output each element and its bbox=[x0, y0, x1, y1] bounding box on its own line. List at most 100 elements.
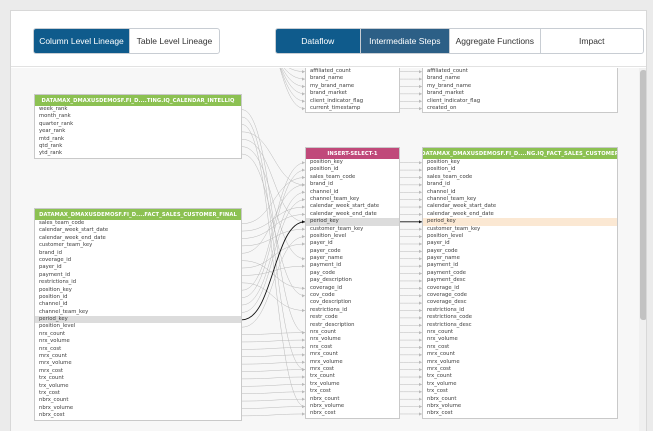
column-row[interactable]: brand_name bbox=[423, 75, 617, 82]
column-row[interactable]: mrx_volume bbox=[423, 359, 617, 366]
column-row[interactable]: position_level bbox=[423, 233, 617, 240]
column-row[interactable]: payer_code bbox=[423, 248, 617, 255]
column-row[interactable]: calendar_week_end_date bbox=[423, 211, 617, 218]
column-row[interactable]: period_key bbox=[423, 218, 617, 226]
column-row[interactable]: mtd_rank bbox=[35, 136, 241, 143]
column-row[interactable]: channel_team_key bbox=[306, 196, 399, 203]
column-row[interactable]: trx_count bbox=[35, 375, 241, 382]
column-row[interactable]: affiliated_count bbox=[306, 68, 399, 75]
column-row[interactable]: coverage_id bbox=[35, 257, 241, 264]
column-row[interactable]: restr_code bbox=[306, 314, 399, 321]
column-row[interactable]: payer_name bbox=[306, 255, 399, 262]
insert-select-step[interactable]: INSERT-SELECT-1 position_key position_id s… bbox=[305, 147, 400, 419]
column-row[interactable]: trx_volume bbox=[35, 383, 241, 390]
column-row[interactable]: calendar_week_start_date bbox=[306, 203, 399, 210]
column-row[interactable]: period_key bbox=[306, 218, 399, 226]
column-row[interactable]: week_rank bbox=[35, 106, 241, 113]
column-row[interactable]: payment_id bbox=[35, 272, 241, 279]
fact-sales-customer-table[interactable]: DATAMAX_DMAXUSDEMOSF.FI_D....NG.IQ_FACT_… bbox=[422, 147, 618, 419]
column-row[interactable]: coverage_id bbox=[306, 285, 399, 292]
column-row[interactable]: my_brand_name bbox=[306, 83, 399, 90]
column-row[interactable]: quarter_rank bbox=[35, 121, 241, 128]
intermediate-steps-button[interactable]: Intermediate Steps bbox=[359, 29, 450, 53]
column-row[interactable]: calendar_week_end_date bbox=[306, 211, 399, 218]
column-row[interactable]: mrx_cost bbox=[35, 368, 241, 375]
target-table-fragment[interactable]: affiliated_count brand_name my_brand_name b… bbox=[422, 68, 618, 114]
column-row[interactable]: channel_team_key bbox=[35, 309, 241, 316]
column-row[interactable]: channel_team_key bbox=[423, 196, 617, 203]
column-row[interactable]: position_id bbox=[35, 294, 241, 301]
column-row[interactable]: sales_team_code bbox=[306, 174, 399, 181]
column-row[interactable]: trx_cost bbox=[423, 388, 617, 395]
column-row[interactable]: channel_id bbox=[306, 189, 399, 196]
column-row[interactable]: restrictions_desc bbox=[423, 322, 617, 329]
column-row[interactable]: payer_id bbox=[35, 264, 241, 271]
column-row[interactable]: nbrx_volume bbox=[35, 405, 241, 412]
column-row[interactable]: mrx_cost bbox=[306, 366, 399, 373]
column-row[interactable]: month_rank bbox=[35, 113, 241, 120]
column-row[interactable]: calendar_week_start_date bbox=[423, 203, 617, 210]
column-row[interactable]: nrx_cost bbox=[423, 344, 617, 351]
column-row[interactable]: sales_team_code bbox=[423, 174, 617, 181]
column-row[interactable]: position_id bbox=[423, 166, 617, 173]
column-row[interactable]: created_on bbox=[423, 105, 617, 112]
column-row[interactable]: client_indicator_flag bbox=[306, 98, 399, 105]
column-row[interactable]: nbrx_volume bbox=[423, 403, 617, 410]
column-row[interactable]: restr_description bbox=[306, 322, 399, 329]
column-row[interactable]: position_level bbox=[35, 323, 241, 330]
column-row[interactable]: nbrx_count bbox=[423, 396, 617, 403]
column-row[interactable]: mrx_count bbox=[306, 351, 399, 358]
column-row[interactable]: nbrx_count bbox=[35, 397, 241, 404]
column-row[interactable]: brand_id bbox=[306, 181, 399, 188]
column-row[interactable]: trx_cost bbox=[35, 390, 241, 397]
column-row[interactable]: pay_description bbox=[306, 277, 399, 284]
column-row[interactable]: position_key bbox=[306, 159, 399, 166]
column-row[interactable]: cov_description bbox=[306, 299, 399, 306]
column-row[interactable]: calendar_week_end_date bbox=[35, 235, 241, 242]
column-row[interactable]: position_level bbox=[306, 233, 399, 240]
column-row[interactable]: pay_code bbox=[306, 270, 399, 277]
column-level-lineage-button[interactable]: Column Level Lineage bbox=[34, 29, 129, 53]
column-row[interactable]: current_timestamp bbox=[306, 105, 399, 112]
column-row[interactable]: payment_desc bbox=[423, 277, 617, 284]
column-row[interactable]: payer_id bbox=[423, 240, 617, 247]
vertical-scrollbar[interactable] bbox=[639, 68, 646, 431]
column-row[interactable]: sales_team_code bbox=[35, 220, 241, 227]
column-row[interactable]: nrx_cost bbox=[35, 346, 241, 353]
column-row[interactable]: customer_team_key bbox=[423, 226, 617, 233]
column-row[interactable]: trx_count bbox=[423, 373, 617, 380]
column-row[interactable]: coverage_id bbox=[423, 285, 617, 292]
column-row[interactable]: channel_id bbox=[423, 189, 617, 196]
column-row[interactable]: coverage_desc bbox=[423, 299, 617, 306]
column-row[interactable]: period_key bbox=[35, 316, 241, 324]
column-row[interactable]: payment_id bbox=[306, 262, 399, 269]
column-row[interactable]: mrx_cost bbox=[423, 366, 617, 373]
column-row[interactable]: trx_count bbox=[306, 373, 399, 380]
column-row[interactable]: nrx_count bbox=[423, 329, 617, 336]
column-row[interactable]: client_indicator_flag bbox=[423, 98, 617, 105]
column-row[interactable]: nbrx_volume bbox=[306, 403, 399, 410]
column-row[interactable]: brand_id bbox=[35, 250, 241, 257]
table-level-lineage-button[interactable]: Table Level Lineage bbox=[128, 29, 219, 53]
dataflow-button[interactable]: Dataflow bbox=[276, 29, 360, 53]
column-row[interactable]: mrx_count bbox=[423, 351, 617, 358]
column-row[interactable]: position_id bbox=[306, 166, 399, 173]
upstream-step-fragment[interactable]: affiliated_count brand_name my_brand_name b… bbox=[305, 68, 400, 114]
aggregate-functions-button[interactable]: Aggregate Functions bbox=[449, 29, 540, 53]
column-row[interactable]: trx_volume bbox=[423, 381, 617, 388]
column-row[interactable]: customer_team_key bbox=[35, 242, 241, 249]
column-row[interactable]: payment_code bbox=[423, 270, 617, 277]
column-row[interactable]: restrictions_code bbox=[423, 314, 617, 321]
column-row[interactable]: mrx_volume bbox=[306, 359, 399, 366]
column-row[interactable]: year_rank bbox=[35, 128, 241, 135]
column-row[interactable]: channel_id bbox=[35, 301, 241, 308]
column-row[interactable]: nrx_cost bbox=[306, 344, 399, 351]
column-row[interactable]: qtd_rank bbox=[35, 143, 241, 150]
column-row[interactable]: nrx_count bbox=[35, 331, 241, 338]
impact-button[interactable]: Impact bbox=[539, 29, 643, 53]
column-row[interactable]: nrx_volume bbox=[35, 338, 241, 345]
column-row[interactable]: nrx_count bbox=[306, 329, 399, 336]
column-row[interactable]: brand_name bbox=[306, 75, 399, 82]
column-row[interactable]: payer_name bbox=[423, 255, 617, 262]
column-row[interactable]: customer_team_key bbox=[306, 226, 399, 233]
